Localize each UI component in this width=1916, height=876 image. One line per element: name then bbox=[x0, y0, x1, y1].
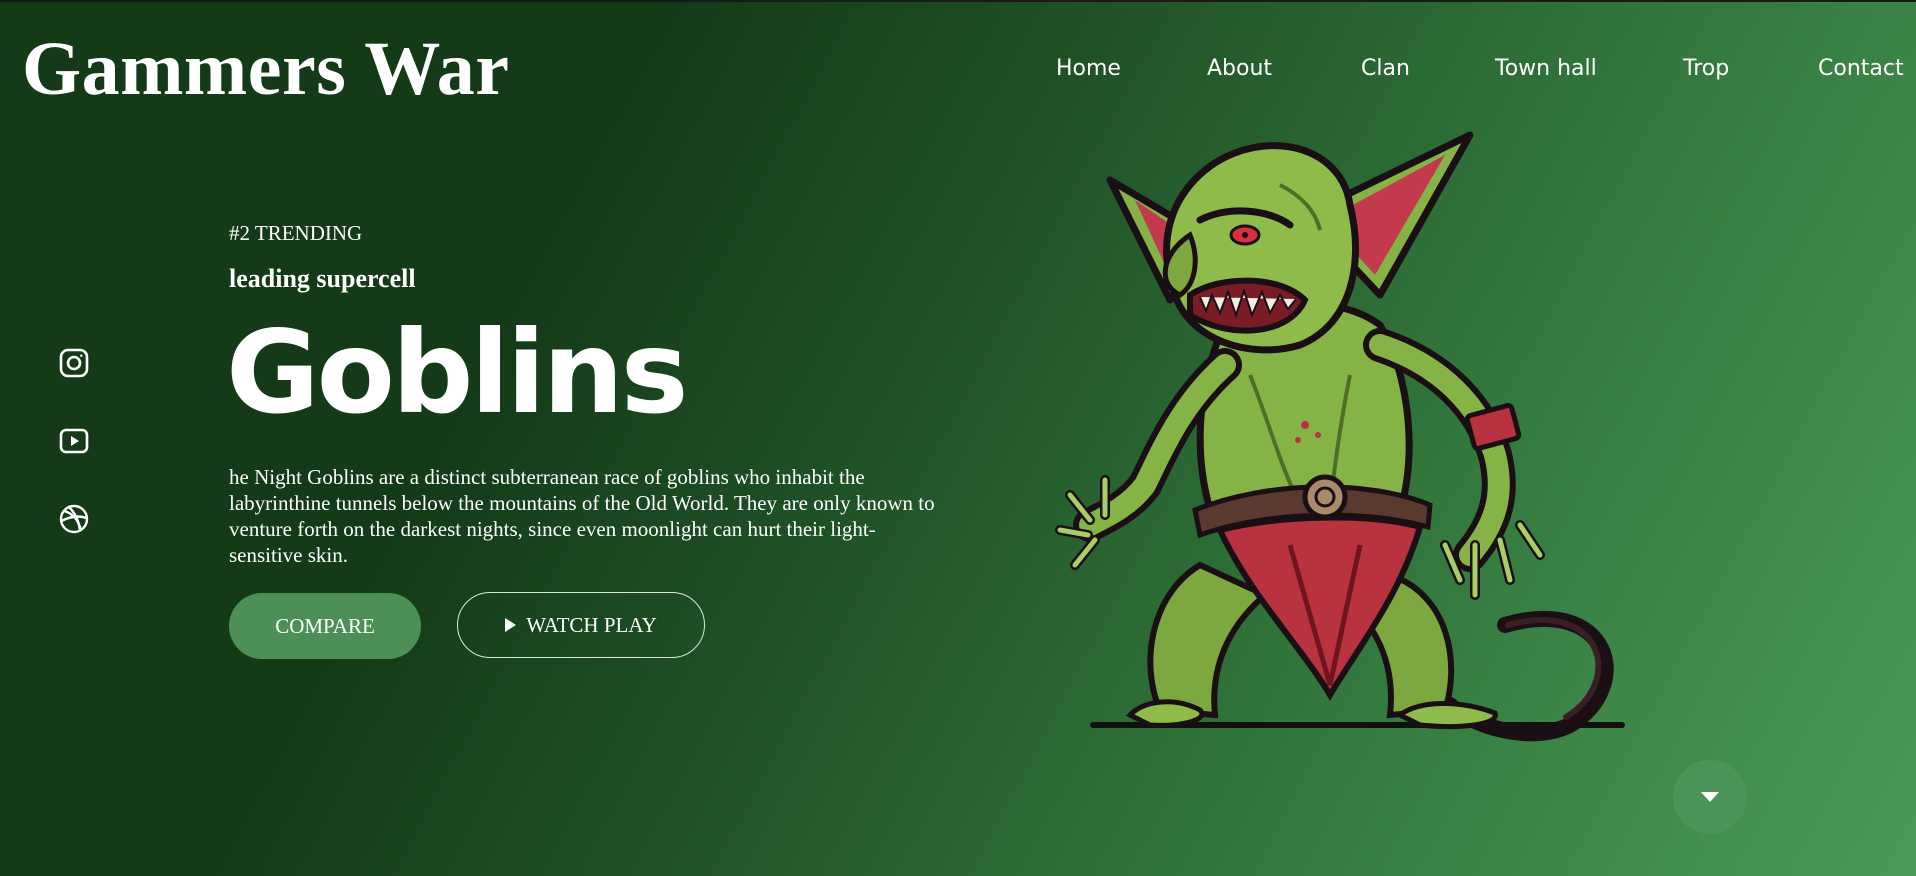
trending-label: #2 TRENDING bbox=[229, 221, 363, 245]
hero-subtitle: leading supercell bbox=[229, 264, 416, 293]
hero-title: Goblins bbox=[226, 306, 689, 439]
watch-play-button[interactable]: WATCH PLAY bbox=[457, 592, 705, 658]
compare-button[interactable]: COMPARE bbox=[229, 593, 421, 659]
watch-play-button-label: WATCH PLAY bbox=[526, 612, 657, 637]
instagram-icon[interactable] bbox=[56, 345, 92, 381]
goblin-illustration bbox=[1050, 125, 1640, 745]
nav-link-home[interactable]: Home bbox=[1056, 52, 1121, 86]
compare-button-label: COMPARE bbox=[275, 613, 375, 638]
top-border bbox=[0, 0, 1916, 2]
dribbble-icon[interactable] bbox=[56, 501, 92, 537]
nav-link-trop[interactable]: Trop bbox=[1683, 52, 1729, 86]
nav-link-clan[interactable]: Clan bbox=[1361, 52, 1410, 86]
main-nav: Home About Clan Town hall Trop Contact bbox=[0, 52, 1916, 86]
caret-down-icon bbox=[1701, 792, 1719, 802]
youtube-icon[interactable] bbox=[56, 423, 92, 459]
play-icon bbox=[505, 618, 517, 632]
hero-description: he Night Goblins are a distinct subterra… bbox=[229, 465, 935, 567]
nav-link-about[interactable]: About bbox=[1207, 52, 1272, 86]
scroll-down-button[interactable] bbox=[1673, 760, 1747, 834]
nav-link-town-hall[interactable]: Town hall bbox=[1495, 52, 1597, 86]
nav-link-contact[interactable]: Contact bbox=[1818, 52, 1904, 86]
